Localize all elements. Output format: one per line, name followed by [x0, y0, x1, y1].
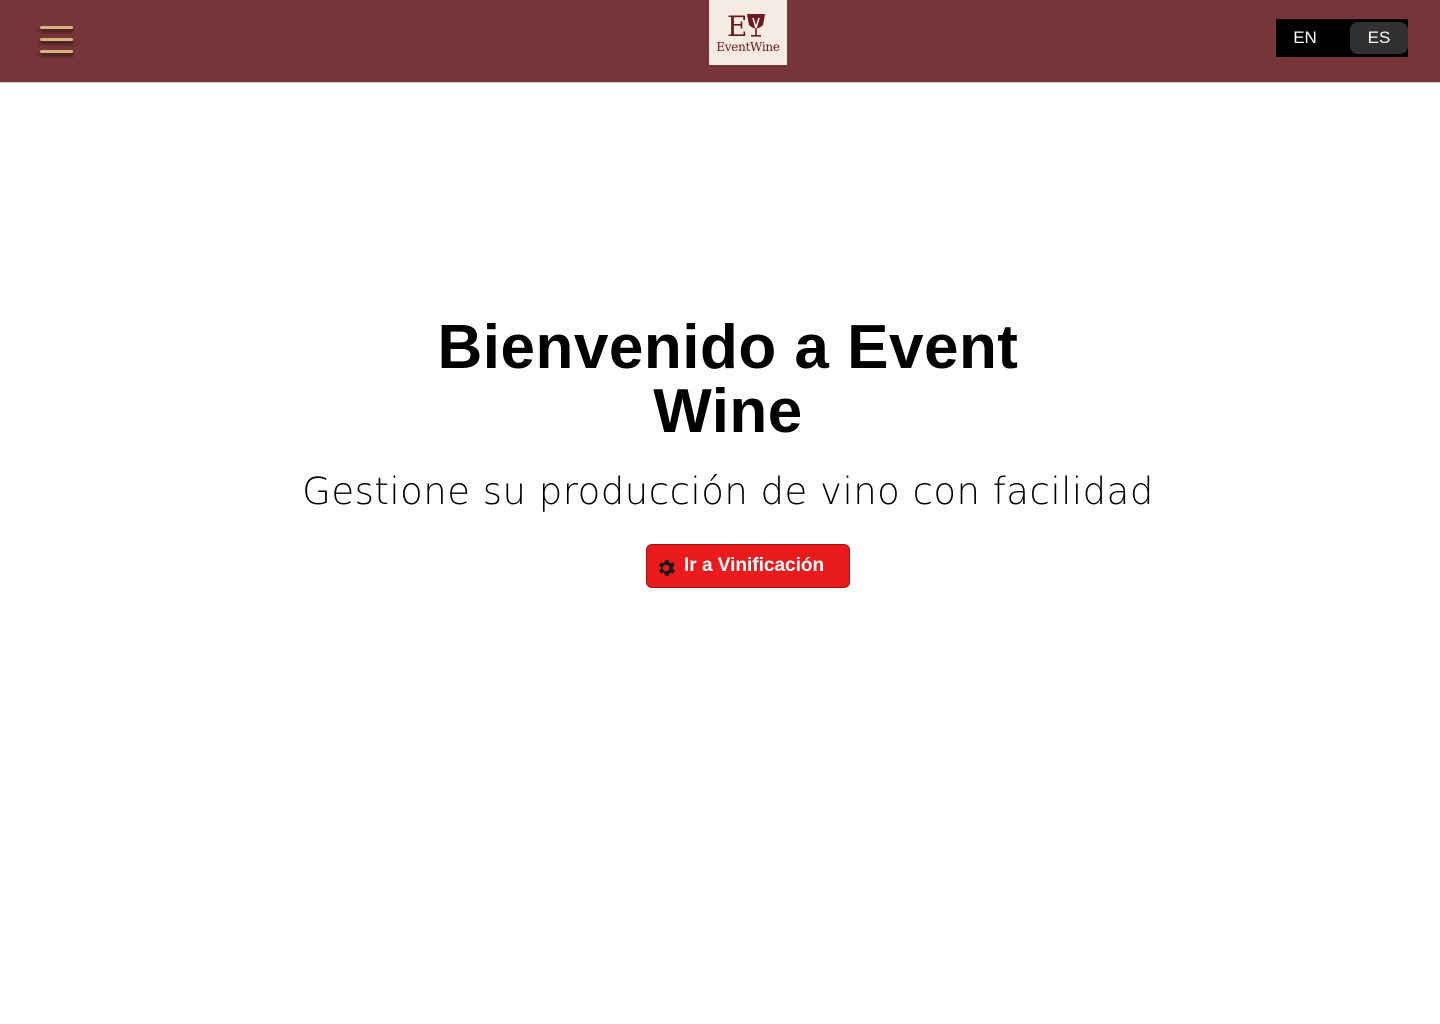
hero-title: Bienvenido a Event Wine [437, 313, 1019, 446]
menu-bar-bottom [40, 50, 73, 53]
menu-bar-top [40, 26, 73, 29]
language-switch[interactable]: EN ES [1276, 19, 1408, 57]
language-option-es[interactable]: ES [1350, 22, 1408, 54]
hamburger-menu-button[interactable] [38, 25, 76, 59]
eventwine-logo[interactable]: E EventWine [709, 0, 787, 65]
logo-wordmark: EventWine [716, 40, 780, 54]
svg-text:E: E [727, 10, 747, 40]
top-navbar: E EventWine EN ES [0, 0, 1440, 83]
go-to-winemaking-button[interactable]: Ir a Vinificación [646, 544, 850, 588]
logo-monogram-icon: E [727, 10, 765, 40]
menu-bar-middle [40, 38, 73, 41]
hero-subtitle: Gestione su producción de vino con facil… [302, 470, 1154, 513]
go-to-winemaking-label: Ir a Vinificación [684, 555, 825, 576]
language-option-en[interactable]: EN [1276, 22, 1334, 54]
gear-icon [659, 560, 675, 576]
